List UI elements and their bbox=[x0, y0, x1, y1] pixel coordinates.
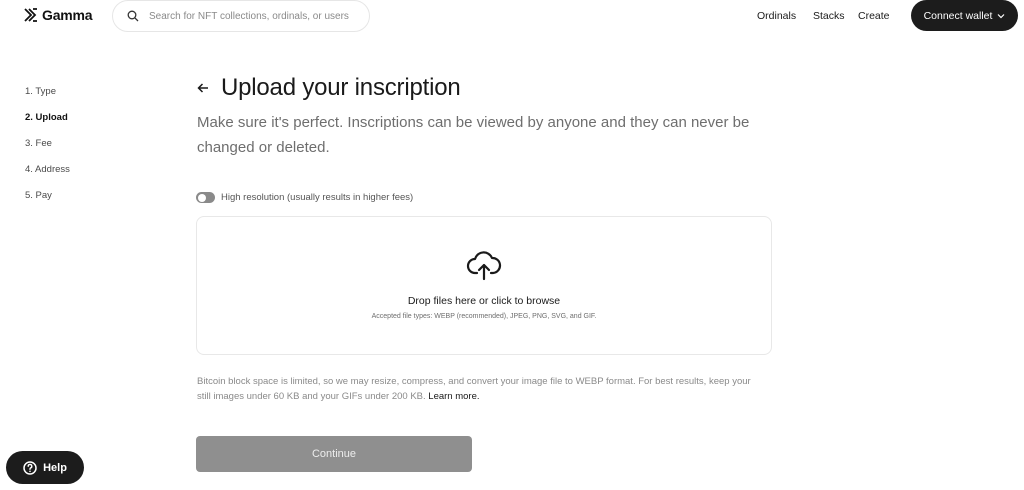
top-nav-bar: Gamma Ordinals Stacks Create Connect wal… bbox=[0, 0, 1024, 32]
step-address[interactable]: 4. Address bbox=[25, 164, 70, 190]
learn-more-link[interactable]: Learn more. bbox=[428, 391, 479, 402]
steps-sidebar: 1. Type 2. Upload 3. Fee 4. Address 5. P… bbox=[25, 86, 70, 216]
chevron-down-icon bbox=[998, 13, 1005, 18]
page-subtitle: Make sure it's perfect. Inscriptions can… bbox=[197, 114, 750, 156]
cloud-upload-icon bbox=[466, 251, 502, 281]
step-upload[interactable]: 2. Upload bbox=[25, 112, 70, 138]
help-button[interactable]: Help bbox=[6, 451, 84, 484]
file-dropzone[interactable]: Drop files here or click to browse Accep… bbox=[196, 216, 772, 355]
step-pay[interactable]: 5. Pay bbox=[25, 190, 70, 216]
step-type[interactable]: 1. Type bbox=[25, 86, 70, 112]
search-icon bbox=[127, 10, 139, 22]
high-resolution-toggle[interactable] bbox=[196, 192, 215, 203]
high-resolution-toggle-row[interactable]: High resolution (usually results in high… bbox=[196, 192, 413, 203]
nav-link-create[interactable]: Create bbox=[858, 10, 890, 22]
toggle-knob bbox=[197, 193, 206, 202]
nav-link-ordinals[interactable]: Ordinals bbox=[757, 10, 796, 22]
dropzone-instruction: Drop files here or click to browse bbox=[407, 295, 561, 307]
gamma-logo-icon bbox=[24, 8, 37, 22]
help-label: Help bbox=[43, 461, 67, 474]
nav-link-stacks[interactable]: Stacks bbox=[813, 10, 845, 22]
accepted-file-types: Accepted file types: WEBP (recommended),… bbox=[371, 313, 597, 320]
page-title: Upload your inscription bbox=[221, 74, 461, 101]
high-resolution-label: High resolution (usually results in high… bbox=[221, 192, 414, 203]
brand-logo[interactable]: Gamma bbox=[24, 7, 93, 23]
continue-button[interactable]: Continue bbox=[196, 436, 472, 472]
step-fee[interactable]: 3. Fee bbox=[25, 138, 70, 164]
title-row: Upload your inscription bbox=[197, 74, 461, 102]
block-space-note: Bitcoin block space is limited, so we ma… bbox=[197, 374, 767, 404]
connect-wallet-label: Connect wallet bbox=[923, 9, 993, 22]
help-circle-icon bbox=[23, 460, 37, 475]
search-bar[interactable] bbox=[112, 0, 370, 32]
connect-wallet-button[interactable]: Connect wallet bbox=[911, 0, 1018, 31]
search-input[interactable] bbox=[149, 10, 359, 22]
brand-name: Gamma bbox=[42, 7, 93, 23]
back-arrow-icon[interactable] bbox=[197, 82, 209, 94]
